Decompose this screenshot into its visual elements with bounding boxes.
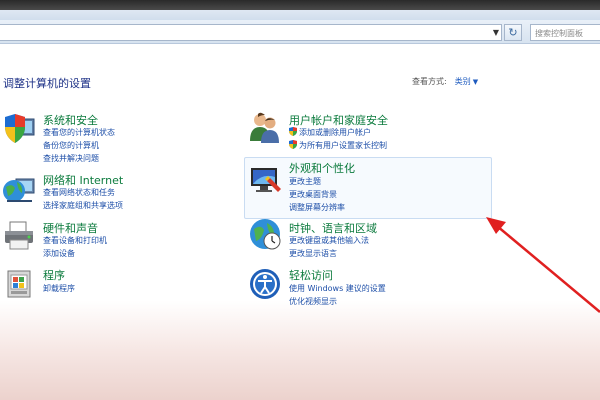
link-screen-resolution[interactable]: 调整屏幕分辨率 — [289, 202, 345, 213]
category-title-clock-language[interactable]: 时钟、语言和区域 — [289, 220, 377, 236]
link-backup-computer[interactable]: 备份您的计算机 — [43, 140, 99, 151]
view-by: 查看方式: 类别 ▼ — [412, 76, 478, 87]
page-title: 调整计算机的设置 — [3, 77, 91, 90]
link-add-remove-users[interactable]: 添加或删除用户帐户 — [289, 127, 371, 138]
category-title-network-internet[interactable]: 网络和 Internet — [43, 172, 123, 188]
address-dropdown-icon[interactable]: ▼ — [490, 25, 502, 40]
globe-network-icon[interactable] — [2, 173, 36, 207]
link-add-device[interactable]: 添加设备 — [43, 248, 75, 259]
link-parental-controls[interactable]: 为所有用户设置家长控制 — [289, 140, 387, 151]
view-by-label: 查看方式: — [412, 77, 447, 86]
address-bar: ▼ ↻ 搜索控制面板 — [0, 20, 600, 44]
uac-shield-icon — [289, 140, 297, 149]
shield-computer-icon[interactable] — [2, 113, 36, 147]
programs-box-icon[interactable] — [2, 267, 36, 301]
address-field[interactable] — [0, 24, 502, 41]
refresh-button[interactable]: ↻ — [504, 24, 522, 41]
uac-shield-icon — [289, 127, 297, 136]
link-text[interactable]: 为所有用户设置家长控制 — [299, 141, 387, 150]
view-by-dropdown[interactable]: 类别 — [455, 77, 471, 86]
link-display-language[interactable]: 更改显示语言 — [289, 248, 337, 259]
chevron-down-icon[interactable]: ▼ — [473, 78, 478, 86]
link-desktop-background[interactable]: 更改桌面背景 — [289, 189, 337, 200]
category-title-programs[interactable]: 程序 — [43, 267, 65, 283]
refresh-icon: ↻ — [508, 26, 518, 39]
link-uninstall-program[interactable]: 卸载程序 — [43, 283, 75, 294]
category-title-ease-of-access[interactable]: 轻松访问 — [289, 267, 333, 283]
globe-clock-icon[interactable] — [248, 217, 282, 251]
display-color-icon[interactable] — [248, 163, 282, 197]
link-text[interactable]: 添加或删除用户帐户 — [299, 128, 371, 137]
users-icon[interactable] — [248, 111, 282, 145]
link-homegroup-sharing[interactable]: 选择家庭组和共享选项 — [43, 200, 123, 211]
link-windows-recommended[interactable]: 使用 Windows 建议的设置 — [289, 283, 386, 294]
link-find-fix-problems[interactable]: 查找并解决问题 — [43, 153, 99, 164]
ease-of-access-icon[interactable] — [248, 267, 282, 301]
printer-icon[interactable] — [2, 219, 36, 253]
link-devices-printers[interactable]: 查看设备和打印机 — [43, 235, 107, 246]
link-optimize-video[interactable]: 优化视频显示 — [289, 296, 337, 307]
category-title-hardware-sound[interactable]: 硬件和声音 — [43, 220, 98, 236]
search-input[interactable]: 搜索控制面板 — [530, 24, 600, 41]
category-title-user-accounts[interactable]: 用户帐户和家庭安全 — [289, 112, 388, 128]
link-keyboard-input[interactable]: 更改键盘或其他输入法 — [289, 235, 369, 246]
link-network-status[interactable]: 查看网络状态和任务 — [43, 187, 115, 198]
category-title-appearance[interactable]: 外观和个性化 — [289, 160, 355, 176]
link-view-computer-status[interactable]: 查看您的计算机状态 — [43, 127, 115, 138]
link-change-theme[interactable]: 更改主题 — [289, 176, 321, 187]
control-panel-content: 调整计算机的设置 查看方式: 类别 ▼ 系统和安全 查看您的计算机状态 备份您的计算… — [0, 45, 600, 400]
category-title-system-security[interactable]: 系统和安全 — [43, 112, 98, 128]
window-top-strip — [0, 0, 600, 10]
